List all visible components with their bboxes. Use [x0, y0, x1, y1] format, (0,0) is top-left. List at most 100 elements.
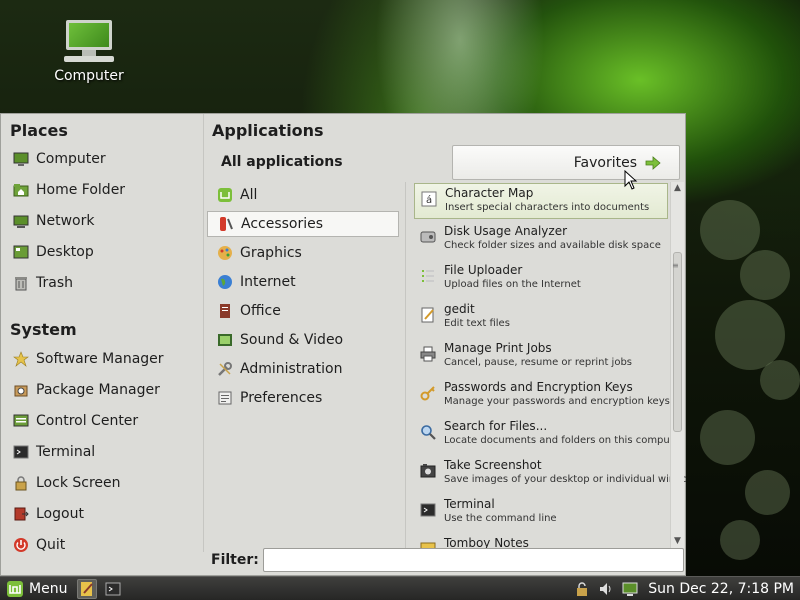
app-description: Edit text files [444, 318, 510, 329]
system-item-logout[interactable]: Logout [13, 503, 84, 525]
app-name: Character Map [445, 186, 534, 200]
app-item-file-uploader[interactable]: File Uploader Upload files on the Interne… [414, 261, 668, 297]
monitor-base [64, 56, 114, 62]
places-item-label: Trash [36, 275, 73, 291]
trash-icon [13, 275, 29, 291]
category-label: Preferences [240, 390, 323, 406]
app-description: Check folder sizes and available disk sp… [444, 240, 661, 251]
app-item-gedit[interactable]: gedit Edit text files [414, 300, 668, 336]
category-office[interactable]: Office [207, 298, 399, 324]
category-all[interactable]: All [207, 182, 399, 208]
system-item-package-manager[interactable]: Package Manager [13, 379, 160, 401]
sound-video-icon [217, 332, 233, 348]
app-description: Cancel, pause, resume or reprint jobs [444, 357, 633, 368]
favorites-button[interactable]: Favorites [452, 145, 680, 180]
places-item-network[interactable]: Network [13, 210, 94, 232]
system-item-lock-screen[interactable]: Lock Screen [13, 472, 121, 494]
notes-icon [420, 541, 436, 548]
app-name: gedit [444, 302, 475, 316]
app-name: Tomboy Notes [444, 536, 529, 549]
network-status-icon[interactable] [620, 579, 640, 599]
category-label: Accessories [241, 216, 324, 232]
apps-scrollbar[interactable]: ▲ ≡ ▼ [670, 182, 684, 548]
places-item-label: Desktop [36, 244, 94, 260]
app-description: Use the command line [444, 513, 557, 524]
app-item-passwords-keys[interactable]: Passwords and Encryption Keys Manage your… [414, 378, 670, 414]
app-name: Terminal [444, 497, 495, 511]
app-item-disk-usage-analyzer[interactable]: Disk Usage Analyzer Check folder sizes an… [414, 222, 668, 258]
desktop-computer-label: Computer [54, 68, 124, 84]
svg-text:á: á [426, 194, 432, 206]
category-administration[interactable]: Administration [207, 356, 399, 382]
package-manager-icon [13, 382, 29, 398]
category-label: All [240, 187, 258, 203]
system-item-label: Quit [36, 537, 66, 553]
places-item-home-folder[interactable]: Home Folder [13, 179, 125, 201]
updates-lock-icon[interactable] [572, 579, 592, 599]
network-icon [13, 213, 29, 229]
places-item-trash[interactable]: Trash [13, 272, 73, 294]
system-item-control-center[interactable]: Control Center [13, 410, 138, 432]
arrow-right-icon [645, 155, 661, 170]
search-icon [420, 424, 436, 440]
graphics-icon [217, 245, 233, 261]
category-label: Office [240, 303, 281, 319]
system-item-label: Software Manager [36, 351, 164, 367]
category-label: Sound & Video [240, 332, 344, 348]
logout-icon [13, 506, 29, 522]
bokeh-light [745, 470, 790, 515]
scrollbar-thumb[interactable] [673, 252, 682, 432]
category-label: Graphics [240, 245, 302, 261]
internet-icon [217, 274, 233, 290]
terminal-launcher[interactable] [103, 579, 123, 599]
app-item-manage-print-jobs[interactable]: Manage Print Jobs Cancel, pause, resume o… [414, 339, 668, 375]
app-item-terminal[interactable]: Terminal Use the command line [414, 495, 668, 531]
home-folder-icon [13, 182, 29, 198]
places-item-label: Computer [36, 151, 106, 167]
app-item-take-screenshot[interactable]: Take Screenshot Save images of your deskt… [414, 456, 686, 492]
category-preferences[interactable]: Preferences [207, 385, 399, 411]
app-description: Manage your passwords and encryption key… [444, 396, 670, 407]
filter-input[interactable] [263, 548, 684, 572]
bokeh-light [700, 200, 760, 260]
category-label: Internet [240, 274, 296, 290]
places-item-desktop[interactable]: Desktop [13, 241, 94, 263]
system-item-label: Control Center [36, 413, 139, 429]
category-internet[interactable]: Internet [207, 269, 399, 295]
applications-title: Applications [212, 121, 324, 140]
app-item-search-for-files[interactable]: Search for Files... Locate documents and … [414, 417, 686, 453]
system-item-software-manager[interactable]: Software Manager [13, 348, 164, 370]
scroll-down-arrow-icon[interactable]: ▼ [671, 535, 684, 548]
desktop-icon [13, 244, 29, 260]
app-name: Disk Usage Analyzer [444, 224, 568, 238]
category-sound-video[interactable]: Sound & Video [207, 327, 399, 353]
scroll-up-arrow-icon[interactable]: ▲ [671, 182, 684, 195]
menu-button[interactable]: Menu [0, 577, 71, 600]
keys-icon [420, 385, 436, 401]
places-item-label: Home Folder [36, 182, 126, 198]
bottom-panel: Menu Sun Dec 22, 7:18 PM [0, 576, 800, 600]
terminal-icon [420, 502, 436, 518]
app-name: Passwords and Encryption Keys [444, 380, 633, 394]
accessories-icon [218, 216, 234, 232]
desktop-computer-shortcut[interactable]: Computer [52, 20, 126, 92]
scrollbar-grip: ≡ [672, 261, 679, 270]
text-editor-launcher[interactable] [77, 578, 98, 599]
software-manager-icon [13, 351, 29, 367]
applications-list: á Character Map Insert special characters… [405, 182, 686, 548]
places-item-computer[interactable]: Computer [13, 148, 106, 170]
favorites-label: Favorites [573, 154, 637, 171]
administration-icon [217, 361, 233, 377]
mouse-cursor-icon [624, 170, 638, 190]
app-name: File Uploader [444, 263, 523, 277]
app-item-tomboy-notes[interactable]: Tomboy Notes [414, 534, 668, 548]
volume-icon[interactable] [596, 579, 616, 599]
system-item-terminal[interactable]: Terminal [13, 441, 95, 463]
category-accessories[interactable]: Accessories [207, 211, 399, 237]
application-menu: Places Computer Home Folder Network Desk… [0, 113, 686, 576]
system-item-quit[interactable]: Quit [13, 534, 65, 556]
computer-icon [66, 20, 112, 50]
category-graphics[interactable]: Graphics [207, 240, 399, 266]
all-icon [217, 187, 233, 203]
clock[interactable]: Sun Dec 22, 7:18 PM [648, 581, 794, 597]
